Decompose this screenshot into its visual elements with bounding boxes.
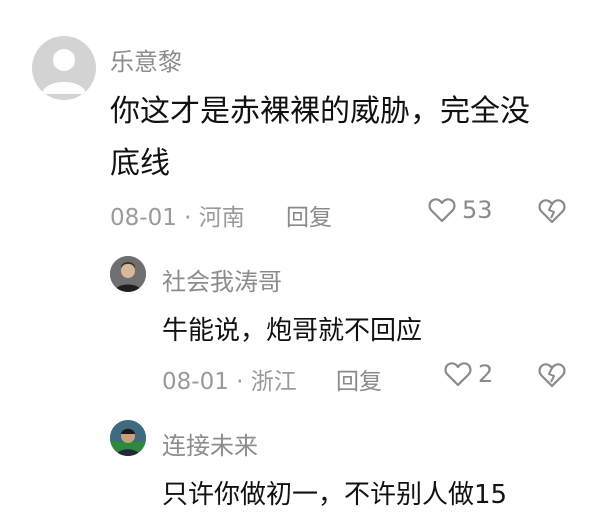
- avatar[interactable]: [32, 36, 96, 100]
- comment-meta: 08-01 · 河南: [110, 198, 245, 232]
- meta-separator: ·: [236, 369, 244, 395]
- reply-username[interactable]: 社会我涛哥: [162, 262, 282, 297]
- reply-content: 牛能说，炮哥就不回应: [162, 316, 423, 346]
- dislike-button[interactable]: [538, 362, 566, 388]
- dislike-button[interactable]: [538, 198, 566, 224]
- reply-date: 08-01: [162, 369, 229, 395]
- broken-heart-icon: [538, 362, 566, 388]
- comment-location: 河南: [198, 205, 245, 231]
- reply-button[interactable]: 回复: [286, 198, 332, 232]
- reply-meta: 08-01 · 浙江: [162, 362, 297, 396]
- reply-username[interactable]: 连接未来: [162, 426, 258, 461]
- like-count: 2: [478, 360, 494, 388]
- reply-content: 只许你做初一，不许别人做15: [162, 480, 508, 510]
- like-button[interactable]: 2: [444, 360, 493, 388]
- reply-location: 浙江: [250, 369, 297, 395]
- comment-username[interactable]: 乐意黎: [110, 42, 182, 77]
- avatar[interactable]: [110, 256, 146, 292]
- comment-date: 08-01: [110, 205, 177, 231]
- like-button[interactable]: 53: [428, 196, 493, 224]
- avatar[interactable]: [110, 420, 146, 456]
- meta-separator: ·: [184, 205, 192, 231]
- broken-heart-icon: [538, 198, 566, 224]
- user-photo-icon: [110, 256, 146, 292]
- user-photo-icon: [110, 420, 146, 456]
- comment-content-line-1: 你这才是赤裸裸的威胁，完全没: [110, 94, 530, 129]
- default-avatar-icon: [42, 49, 86, 94]
- heart-icon: [444, 361, 472, 387]
- comment-content-line-2: 底线: [110, 146, 170, 181]
- like-count: 53: [462, 196, 493, 224]
- heart-icon: [428, 197, 456, 223]
- reply-button[interactable]: 回复: [336, 362, 382, 396]
